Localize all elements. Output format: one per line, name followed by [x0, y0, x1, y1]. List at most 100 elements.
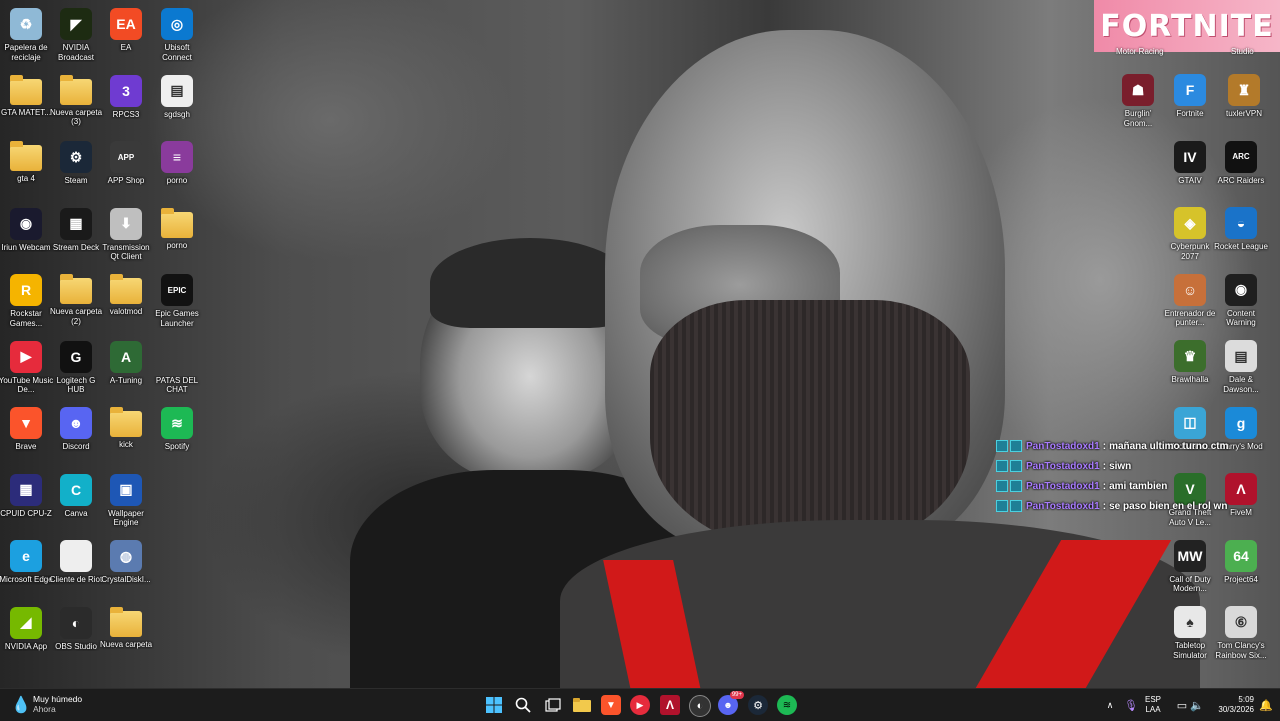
desktop-shortcut[interactable]: Nueva carpeta (2): [50, 270, 102, 336]
desktop-shortcut-label: Burglin' Gnom...: [1123, 109, 1153, 128]
desktop-shortcut[interactable]: GTA MATET...: [0, 71, 52, 137]
fivem-taskbar-icon[interactable]: Λ: [660, 695, 680, 715]
stream-deck-icon: ▦: [60, 207, 92, 240]
desktop-shortcut[interactable]: ◉ Content Warning: [1215, 270, 1267, 336]
winrar-icon: ≡: [161, 141, 193, 173]
desktop-shortcut[interactable]: ◢ NVIDIA App: [0, 603, 52, 669]
chat-message: PanTostadoxd1: ami tambien: [996, 476, 1236, 496]
desktop-shortcut[interactable]: MW Call of Duty Modern...: [1164, 536, 1216, 602]
chat-separator: :: [1102, 500, 1107, 512]
desktop-shortcut[interactable]: EPIC Epic Games Launcher: [151, 270, 203, 336]
desktop-shortcut-label: Nueva carpeta (3): [49, 107, 103, 127]
desktop-shortcut[interactable]: ◎ Ubisoft Connect: [151, 4, 203, 70]
discord-badge: 99+: [729, 691, 744, 699]
desktop-shortcut[interactable]: C Canva: [50, 470, 102, 536]
desktop-shortcut[interactable]: ▦ Stream Deck: [50, 204, 102, 270]
desktop-shortcut[interactable]: ▣ Wallpaper Engine: [100, 470, 152, 536]
chat-username: PanTostadoxd1: [1026, 500, 1100, 512]
desktop-shortcut[interactable]: ♻ Papelera de reciclaje: [0, 4, 52, 70]
trainer-icon: ☺: [1174, 273, 1206, 306]
desktop-shortcut[interactable]: IV GTAIV: [1164, 137, 1216, 203]
desktop-shortcut[interactable]: 64 Project64: [1215, 536, 1267, 602]
search-icon[interactable]: [513, 695, 533, 715]
desktop-shortcut[interactable]: ▤ Dale & Dawson...: [1215, 336, 1267, 402]
desktop-shortcut[interactable]: Nueva carpeta (3): [50, 71, 102, 137]
desktop-shortcut[interactable]: ≡ porno: [151, 137, 203, 203]
volume-icon[interactable]: 🔈: [1187, 695, 1207, 715]
atuning-icon: A: [110, 340, 142, 373]
burglin-icon: ☗: [1122, 74, 1154, 106]
chat-text: ami tambien: [1109, 480, 1168, 492]
desktop-shortcut-label: Rocket League: [1214, 242, 1268, 251]
file-explorer-icon[interactable]: [572, 695, 592, 715]
desktop-shortcut[interactable]: kick: [100, 403, 152, 469]
desktop-shortcut[interactable]: ▶ YouTube Music De...: [0, 337, 54, 403]
steam-taskbar-icon[interactable]: ⚙: [748, 695, 768, 715]
desktop-shortcut[interactable]: ⑥ Tom Clancy's Rainbow Six...: [1215, 602, 1267, 668]
desktop-shortcut-label: RPCS3: [112, 109, 140, 119]
desktop-shortcut-label: Content Warning: [1226, 308, 1256, 328]
weather-subtitle: Ahora: [33, 704, 56, 714]
desktop-shortcut[interactable]: ◒ Rocket League: [1214, 203, 1268, 269]
desktop-shortcut[interactable]: R Rockstar Games...: [0, 270, 52, 336]
desktop-shortcut[interactable]: ♠ Tabletop Simulator: [1164, 602, 1216, 668]
desktop-shortcut[interactable]: ▤ sgdsgh: [151, 71, 203, 137]
microphone-icon[interactable]: 🎙: [1121, 695, 1141, 715]
language-indicator[interactable]: ESP LAA: [1145, 695, 1161, 715]
desktop-shortcut[interactable]: F Fortnite: [1164, 70, 1216, 136]
desktop-shortcut-label: GTAIV: [1178, 175, 1202, 185]
desktop-shortcut[interactable]: ◐ OBS Studio: [50, 603, 102, 669]
notification-bell-icon[interactable]: 🔔: [1256, 695, 1276, 715]
obs-taskbar-icon[interactable]: ◐: [689, 695, 711, 717]
desktop-shortcut[interactable]: ☺ Entrenador de punter...: [1164, 270, 1216, 336]
top-label-left: Motor Racing: [1116, 47, 1164, 56]
desktop-shortcut[interactable]: A A-Tuning: [100, 337, 152, 403]
desktop-shortcut[interactable]: ◈ Cyberpunk 2077: [1164, 203, 1216, 269]
desktop-shortcut[interactable]: ◉ Iriun Webcam: [0, 204, 52, 270]
desktop-shortcut-label: gta 4: [17, 174, 35, 183]
desktop-shortcut[interactable]: G Logitech G HUB: [50, 337, 102, 403]
spotify-taskbar-icon[interactable]: ≋: [777, 695, 797, 715]
desktop-shortcut[interactable]: ◤ NVIDIA Broadcast: [50, 4, 102, 70]
desktop-shortcut[interactable]: ◍ CrystalDiskI...: [100, 536, 152, 602]
desktop-shortcut[interactable]: ☻ Discord: [50, 403, 102, 469]
desktop-shortcut[interactable]: ♛ Brawlhalla: [1164, 336, 1216, 402]
clock[interactable]: 5:09 30/3/2026: [1208, 695, 1254, 715]
desktop-shortcut[interactable]: porno: [151, 204, 203, 270]
desktop-shortcut[interactable]: gta 4: [0, 137, 52, 203]
desktop-shortcut[interactable]: Cliente de Riot: [50, 536, 102, 602]
chat-badge-icon: [1010, 500, 1022, 512]
desktop-shortcut[interactable]: ≋ Spotify: [151, 403, 203, 469]
desktop-shortcut[interactable]: ♜ tuxlerVPN: [1218, 70, 1270, 136]
desktop-shortcut-label: Epic Games Launcher: [155, 309, 199, 328]
nvidia-icon: ◢: [10, 606, 42, 639]
desktop-shortcut[interactable]: ▦ CPUID CPU-Z: [0, 470, 52, 536]
brave-taskbar-icon[interactable]: ▼: [601, 695, 621, 715]
weather-droplet-icon[interactable]: 💧: [10, 694, 32, 716]
chevron-up-icon[interactable]: ∧: [1100, 695, 1120, 715]
desktop-shortcut-label: Entrenador de punter...: [1164, 308, 1216, 328]
desktop-shortcut[interactable]: ⬇ Transmission Qt Client: [100, 204, 152, 270]
start-button[interactable]: [484, 695, 504, 715]
discord-taskbar-icon[interactable]: ☻ 99+: [718, 691, 744, 715]
desktop-shortcut[interactable]: PATAS DEL CHAT: [151, 337, 203, 403]
content-warning-icon: ◉: [1225, 273, 1257, 306]
desktop-shortcut[interactable]: e Microsoft Edge: [0, 536, 53, 602]
youtube-music-taskbar-icon[interactable]: ▶: [630, 695, 650, 715]
desktop-shortcut[interactable]: ▼ Brave: [0, 403, 52, 469]
desktop-shortcut[interactable]: EA EA: [100, 4, 152, 70]
weather-widget[interactable]: Muy húmedo Ahora: [33, 694, 82, 714]
desktop-shortcut[interactable]: Nueva carpeta: [100, 603, 152, 669]
task-view-icon[interactable]: [543, 695, 563, 715]
desktop-shortcut[interactable]: APP APP Shop: [100, 137, 152, 203]
rocket-league-icon: ◒: [1225, 207, 1257, 239]
desktop-shortcut[interactable]: valotmod: [100, 270, 152, 336]
desktop-shortcut[interactable]: ☗ Burglin' Gnom...: [1112, 70, 1164, 136]
desktop-shortcut[interactable]: 3 RPCS3: [100, 71, 152, 137]
desktop-shortcut-label: YouTube Music De...: [0, 375, 54, 395]
desktop-shortcut[interactable]: ⚙ Steam: [50, 137, 102, 203]
clock-time: 5:09: [1238, 695, 1254, 704]
clock-date: 30/3/2026: [1218, 705, 1254, 714]
desktop-shortcut-label: A-Tuning: [109, 375, 143, 385]
desktop-shortcut[interactable]: ARC ARC Raiders: [1215, 137, 1267, 203]
